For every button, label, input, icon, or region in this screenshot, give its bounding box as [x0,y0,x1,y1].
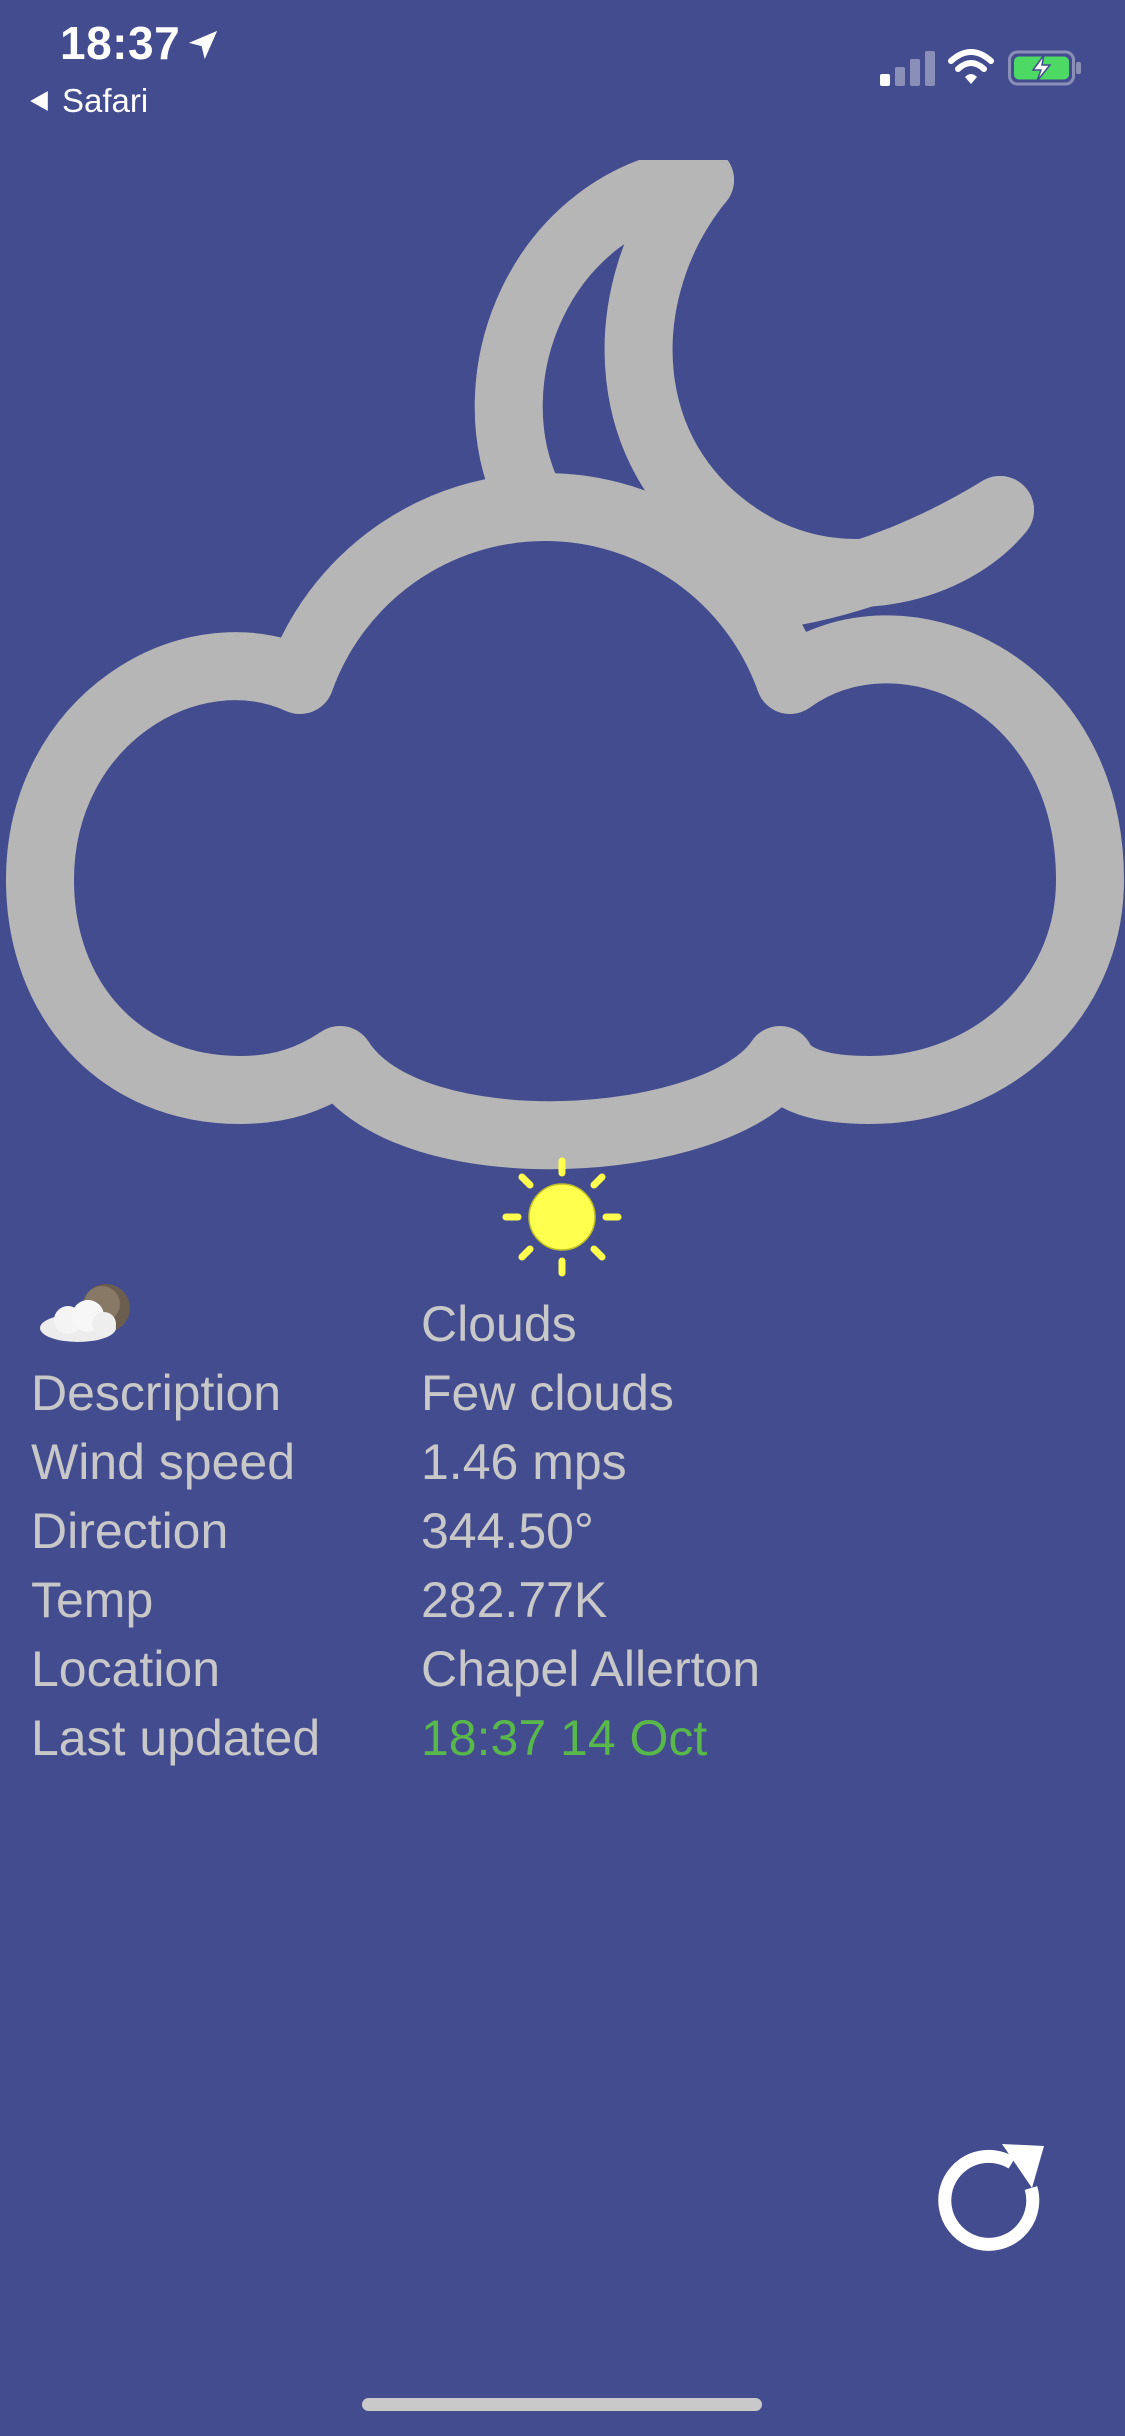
wind-speed-row: Wind speed 1.46 mps [31,1428,1031,1497]
description-label: Description [31,1365,282,1421]
status-bar: 18:37 Safari [0,0,1125,130]
location-label: Location [31,1641,221,1697]
temp-row: Temp 282.77K [31,1566,1031,1635]
home-indicator[interactable] [362,2398,762,2411]
temp-value: 282.77K [421,1572,608,1628]
condition-row: Clouds [31,1290,1031,1359]
battery-charging-icon [1008,50,1081,86]
location-value: Chapel Allerton [421,1641,761,1697]
description-value: Few clouds [421,1365,674,1421]
last-updated-label: Last updated [31,1710,321,1766]
cellular-signal-icon [880,51,935,86]
location-row: Location Chapel Allerton [31,1635,1031,1704]
description-row: Description Few clouds [31,1359,1031,1428]
wifi-icon [948,49,994,84]
wind-speed-value: 1.46 mps [421,1434,627,1490]
direction-label: Direction [31,1503,229,1559]
back-caret-icon [30,91,48,111]
temp-label: Temp [31,1572,154,1628]
cloud-moon-icon [6,160,1124,1170]
condition-value: Clouds [421,1296,577,1352]
back-to-safari-link[interactable]: Safari [28,82,148,120]
direction-row: Direction 344.50° [31,1497,1031,1566]
wind-speed-label: Wind speed [31,1434,296,1490]
last-updated-row: Last updated 18:37 14 Oct [31,1704,1031,1773]
refresh-button[interactable] [930,2138,1054,2262]
direction-value: 344.50° [421,1503,594,1559]
last-updated-value: 18:37 14 Oct [421,1710,708,1766]
refresh-icon [938,2144,1044,2251]
location-arrow-icon [188,30,218,60]
sun-icon [502,1157,622,1277]
weather-details-table: Clouds Description Few clouds Wind speed… [31,1290,1031,1773]
back-link-label: Safari [62,82,149,119]
status-time: 18:37 [60,17,181,69]
